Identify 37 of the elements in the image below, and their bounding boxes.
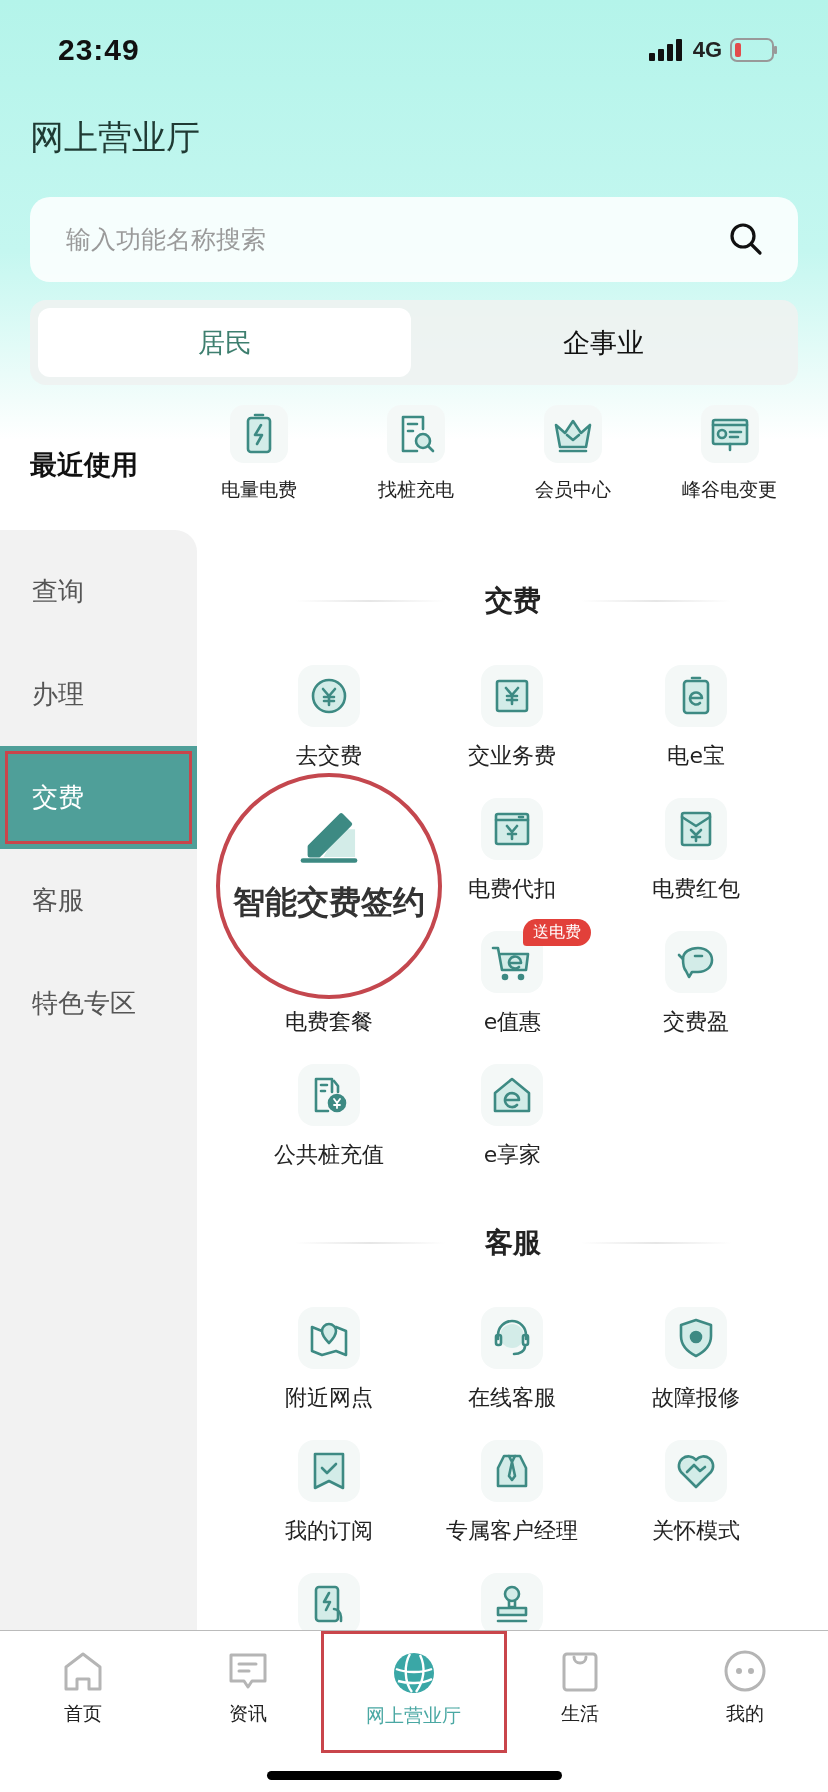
- shortcut-label[interactable]: 找桩充电: [377, 477, 454, 503]
- service-label[interactable]: 去交费: [295, 741, 362, 771]
- promo-badge: 送电费: [523, 919, 592, 946]
- service-label[interactable]: 故障报修: [652, 1383, 741, 1413]
- service-label[interactable]: 我的订阅: [284, 1516, 373, 1546]
- section-heading: 交费: [484, 583, 541, 619]
- sidebar-item[interactable]: 特色专区: [0, 952, 197, 1055]
- segment-tab[interactable]: 居民: [38, 308, 411, 377]
- status-time: 23:49: [58, 33, 140, 67]
- service-label[interactable]: 电费套餐: [284, 1007, 373, 1037]
- network-type: 4G: [692, 37, 722, 63]
- tab-bar-item[interactable]: 首页: [0, 1631, 166, 1751]
- shortcut-label[interactable]: 会员中心: [534, 477, 611, 503]
- service-label[interactable]: e享家: [483, 1140, 542, 1170]
- service-label[interactable]: 在线客服: [468, 1383, 557, 1413]
- shortcut-label[interactable]: 峰谷电变更: [682, 477, 777, 503]
- section-heading: 客服: [484, 1225, 541, 1261]
- service-label[interactable]: e值惠: [483, 1007, 542, 1037]
- service-label[interactable]: 电费代扣: [468, 874, 557, 904]
- search-field[interactable]: 输入功能名称搜索: [30, 197, 798, 282]
- sidebar-item[interactable]: 查询: [0, 540, 197, 643]
- shortcut-label[interactable]: 电量电费: [220, 477, 297, 503]
- service-label[interactable]: 交费盈: [663, 1007, 730, 1037]
- service-label[interactable]: 交业务费: [468, 741, 557, 771]
- service-label[interactable]: 电费红包: [652, 874, 741, 904]
- segment-tab[interactable]: 企事业: [417, 308, 790, 377]
- service-label[interactable]: 电e宝: [667, 741, 725, 771]
- page-title: 网上营业厅: [30, 115, 201, 159]
- magnified-label: 智能交费签约: [232, 882, 425, 923]
- sidebar-item[interactable]: 客服: [0, 849, 197, 952]
- tab-bar-item[interactable]: 我的: [662, 1631, 828, 1751]
- service-label[interactable]: 关怀模式: [652, 1516, 741, 1546]
- sidebar-item[interactable]: 办理: [0, 643, 197, 746]
- service-label[interactable]: 附近网点: [284, 1383, 373, 1413]
- service-label[interactable]: 专属客户经理: [446, 1516, 579, 1546]
- service-label[interactable]: 公共桩充值: [273, 1140, 384, 1170]
- section-label: 最近使用: [30, 448, 139, 482]
